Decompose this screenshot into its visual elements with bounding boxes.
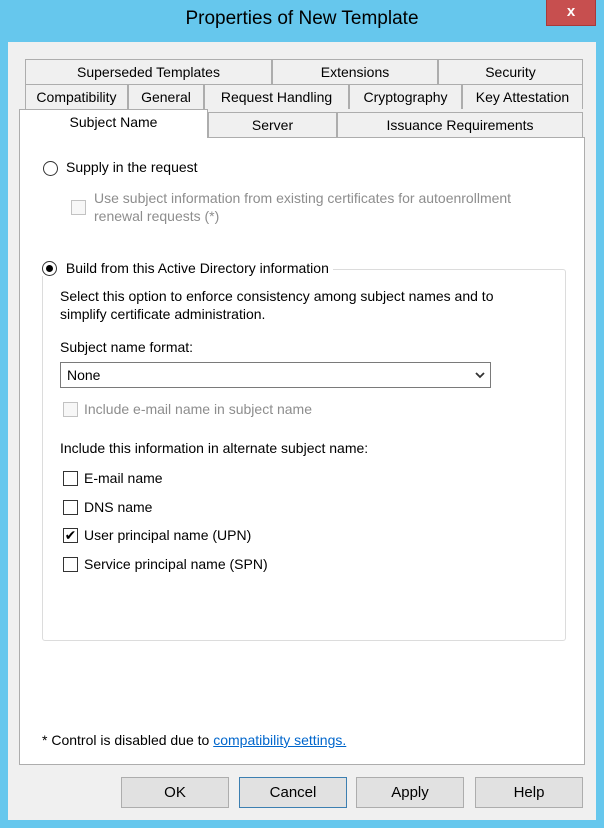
tab-general[interactable]: General <box>128 84 204 109</box>
alt-spn-label: Service principal name (SPN) <box>84 556 268 572</box>
use-existing-info-checkbox <box>71 200 86 215</box>
tab-issuance-requirements[interactable]: Issuance Requirements <box>337 112 583 137</box>
tab-key-attestation[interactable]: Key Attestation <box>462 84 583 109</box>
alt-upn-label: User principal name (UPN) <box>84 527 252 543</box>
alt-email-name-checkbox[interactable] <box>63 471 78 486</box>
alt-email-name-label: E-mail name <box>84 470 163 486</box>
close-button[interactable]: x <box>546 0 596 26</box>
subject-name-panel: Supply in the request Use subject inform… <box>19 137 585 765</box>
use-existing-info-label-line2: renewal requests (*) <box>94 208 220 224</box>
build-description-line2: simplify certificate administration. <box>60 306 266 322</box>
build-from-ad-legend: Build from this Active Directory informa… <box>42 259 333 277</box>
subject-name-format-label: Subject name format: <box>60 339 194 355</box>
window-title: Properties of New Template <box>185 8 419 29</box>
tab-compatibility[interactable]: Compatibility <box>25 84 128 109</box>
subject-name-format-select[interactable]: None <box>60 362 491 388</box>
apply-button[interactable]: Apply <box>356 777 464 808</box>
tab-superseded-templates[interactable]: Superseded Templates <box>25 59 272 84</box>
build-from-ad-label: Build from this Active Directory informa… <box>65 260 329 277</box>
chevron-down-icon <box>474 364 486 389</box>
tab-subject-name[interactable]: Subject Name <box>19 109 208 138</box>
footnote: * Control is disabled due to compatibili… <box>42 732 346 748</box>
include-email-in-subject-label: Include e-mail name in subject name <box>84 401 313 417</box>
ok-button[interactable]: OK <box>121 777 229 808</box>
alt-subject-name-label: Include this information in alternate su… <box>60 440 369 456</box>
dialog-window: Properties of New Template x Superseded … <box>0 0 604 828</box>
help-button[interactable]: Help <box>475 777 583 808</box>
build-from-ad-radio[interactable] <box>42 260 57 276</box>
checkmark-icon: ✔ <box>64 527 77 543</box>
supply-in-request-radio[interactable] <box>43 161 58 176</box>
include-email-in-subject-checkbox <box>63 402 78 417</box>
subject-name-format-value: None <box>67 367 101 383</box>
alt-upn-checkbox[interactable]: ✔ <box>63 528 78 543</box>
footnote-text: * Control is disabled due to <box>42 732 214 748</box>
cancel-button[interactable]: Cancel <box>239 777 347 808</box>
title-bar: Properties of New Template x <box>0 0 604 42</box>
compatibility-settings-link[interactable]: compatibility settings. <box>213 732 346 748</box>
dialog-client-area: Superseded Templates Extensions Security… <box>8 42 596 820</box>
use-existing-info-label-line1: Use subject information from existing ce… <box>94 190 512 206</box>
build-description-line1: Select this option to enforce consistenc… <box>60 288 494 304</box>
supply-in-request-label: Supply in the request <box>66 159 198 175</box>
tab-server[interactable]: Server <box>208 112 337 137</box>
alt-dns-name-checkbox[interactable] <box>63 500 78 515</box>
alt-spn-checkbox[interactable] <box>63 557 78 572</box>
alt-dns-name-label: DNS name <box>84 499 153 515</box>
tab-security[interactable]: Security <box>438 59 583 84</box>
tab-cryptography[interactable]: Cryptography <box>349 84 462 109</box>
tab-extensions[interactable]: Extensions <box>272 59 438 84</box>
tab-request-handling[interactable]: Request Handling <box>204 84 349 109</box>
